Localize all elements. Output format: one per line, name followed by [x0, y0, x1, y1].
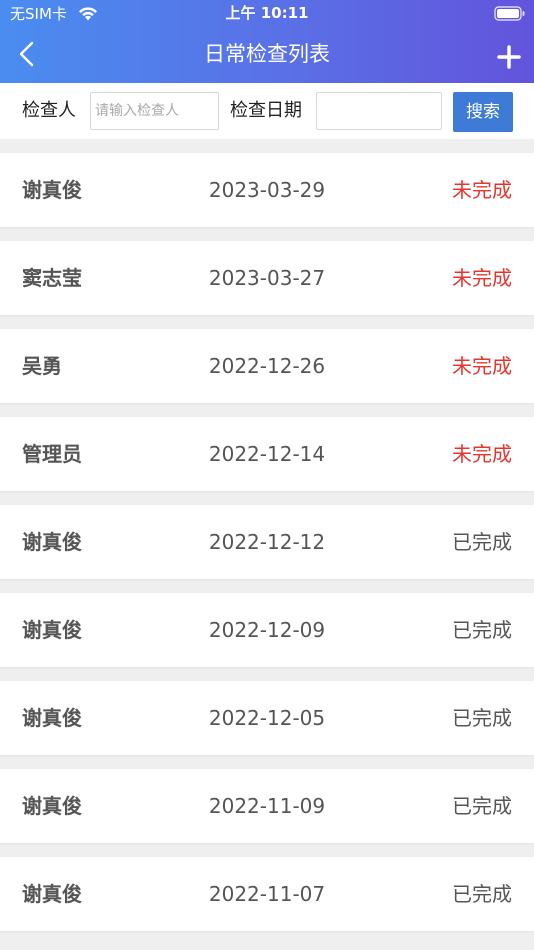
app-header: 无SIM卡 上午 10:11 日常检查列表 — [0, 0, 534, 83]
status-label: 已完成 — [452, 882, 512, 906]
list-item[interactable]: 谢真俊 2023-03-29 未完成 — [0, 153, 534, 227]
status-time: 上午 10:11 — [225, 4, 309, 22]
nav-bar: 日常检查列表 — [0, 28, 534, 83]
inspector-name: 窦志莹 — [22, 266, 82, 290]
status-label: 已完成 — [452, 794, 512, 818]
inspector-name: 谢真俊 — [22, 178, 82, 202]
inspection-date: 2022-12-05 — [208, 706, 326, 730]
inspector-name: 管理员 — [22, 442, 82, 466]
status-label: 未完成 — [452, 354, 512, 378]
status-bar: 无SIM卡 上午 10:11 — [0, 0, 534, 28]
inspector-name: 谢真俊 — [22, 882, 82, 906]
add-button[interactable] — [494, 42, 524, 72]
page-title: 日常检查列表 — [204, 42, 330, 66]
inspection-date-input[interactable] — [316, 92, 442, 130]
inspection-date-label: 检查日期 — [230, 100, 302, 121]
battery-icon — [494, 6, 526, 21]
list-item[interactable]: 管理员 2022-12-14 未完成 — [0, 417, 534, 491]
status-label: 已完成 — [452, 706, 512, 730]
list-item[interactable]: 谢真俊 2022-11-09 已完成 — [0, 769, 534, 843]
search-bar: 检查人 检查日期 搜索 — [0, 83, 534, 139]
status-label: 未完成 — [452, 442, 512, 466]
inspection-date: 2022-11-07 — [208, 882, 326, 906]
inspection-date: 2022-11-09 — [208, 794, 326, 818]
inspection-date: 2022-12-12 — [208, 530, 326, 554]
inspector-name: 谢真俊 — [22, 618, 82, 642]
inspector-name: 谢真俊 — [22, 794, 82, 818]
inspection-date: 2023-03-29 — [208, 178, 326, 202]
list-item[interactable]: 谢真俊 2022-12-12 已完成 — [0, 505, 534, 579]
inspector-name: 吴勇 — [22, 354, 62, 378]
list-item[interactable]: 谢真俊 2022-12-05 已完成 — [0, 681, 534, 755]
status-label: 已完成 — [452, 618, 512, 642]
inspection-date: 2022-12-14 — [208, 442, 326, 466]
status-label: 未完成 — [452, 266, 512, 290]
list-item[interactable]: 吴勇 2022-12-26 未完成 — [0, 329, 534, 403]
inspection-date: 2022-12-26 — [208, 354, 326, 378]
list-item[interactable]: 谢真俊 2022-12-09 已完成 — [0, 593, 534, 667]
status-label: 已完成 — [452, 530, 512, 554]
plus-icon — [494, 45, 524, 76]
inspection-date: 2023-03-27 — [208, 266, 326, 290]
inspection-date: 2022-12-09 — [208, 618, 326, 642]
search-button[interactable]: 搜索 — [453, 92, 513, 132]
inspector-name: 谢真俊 — [22, 530, 82, 554]
list-item[interactable]: 谢真俊 2022-11-07 已完成 — [0, 857, 534, 931]
list-item[interactable]: 窦志莹 2023-03-27 未完成 — [0, 241, 534, 315]
inspector-name: 谢真俊 — [22, 706, 82, 730]
status-label: 未完成 — [452, 178, 512, 202]
inspector-input[interactable] — [90, 92, 219, 130]
inspector-label: 检查人 — [22, 100, 76, 121]
